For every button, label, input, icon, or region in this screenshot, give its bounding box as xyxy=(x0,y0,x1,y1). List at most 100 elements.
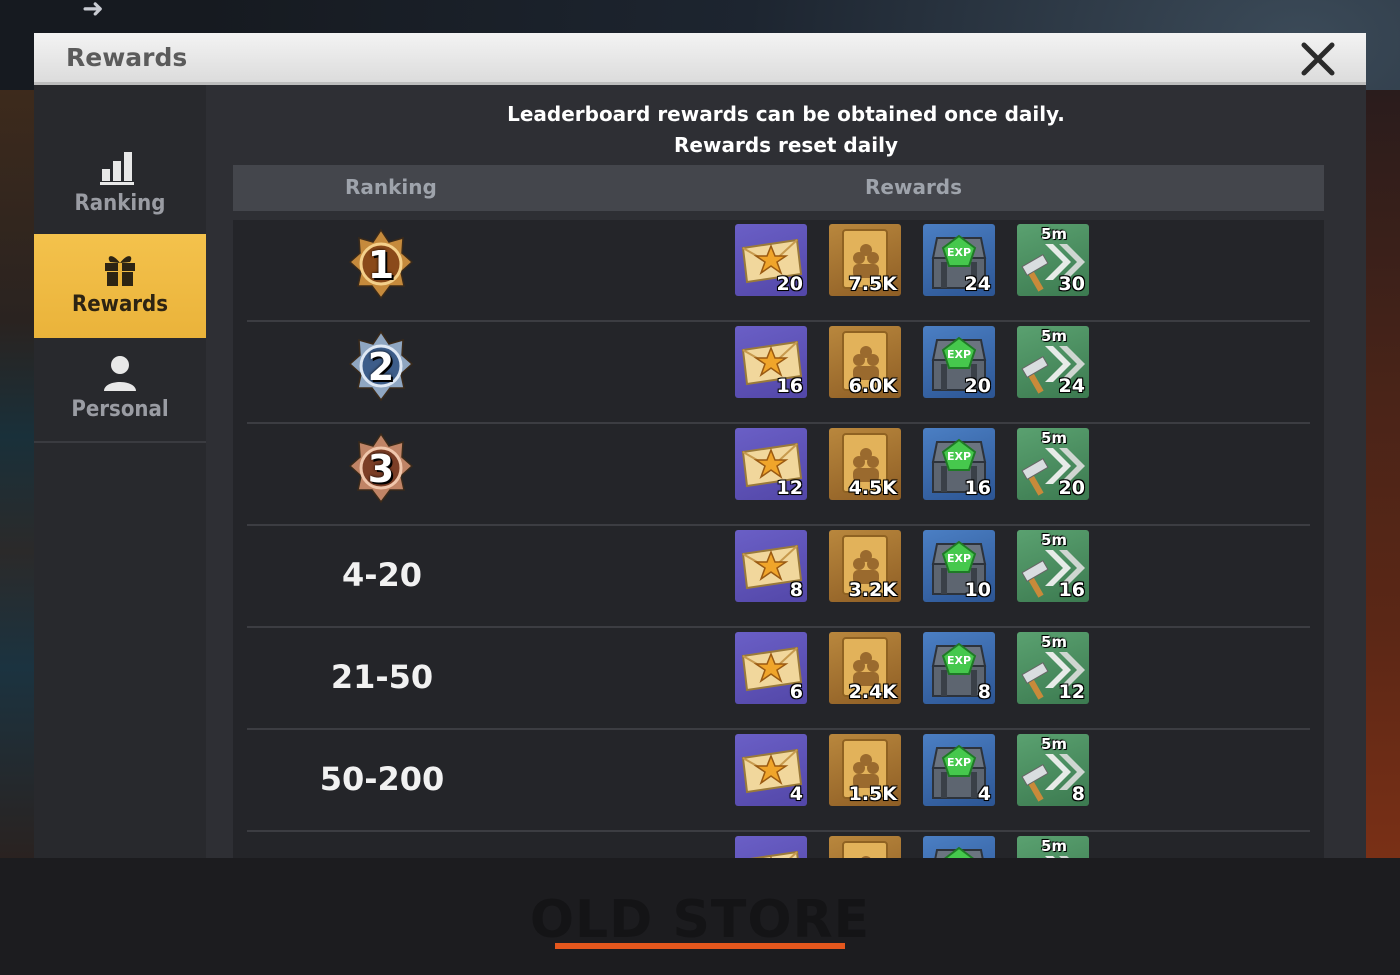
rank-range: 4-20 xyxy=(341,556,423,594)
background-right-strip xyxy=(1364,90,1400,858)
reward-speedup[interactable]: 5m xyxy=(1017,836,1089,858)
reward-exp-chest[interactable]: EXP 4 xyxy=(923,734,995,806)
svg-text:EXP: EXP xyxy=(947,654,971,667)
rewards-table[interactable]: 1 20 7.5K EXP 24 5m 30 2 16 6.0K EXP 20 5m 24 3 12 4.5K E… xyxy=(233,220,1324,858)
table-row: 21-50 6 2.4K EXP 8 5m 12 xyxy=(233,628,1324,730)
rank-range: 21-50 xyxy=(330,658,434,696)
reward-exp-chest[interactable]: EXP 24 xyxy=(923,224,995,296)
reward-speedup[interactable]: 5m 24 xyxy=(1017,326,1089,398)
reward-star-envelope[interactable] xyxy=(735,836,807,858)
reward-star-envelope[interactable]: 4 xyxy=(735,734,807,806)
reward-exp-chest[interactable]: EXP 10 xyxy=(923,530,995,602)
reward-quantity: 6.0K xyxy=(848,375,897,397)
reward-exp-chest[interactable]: EXP xyxy=(923,836,995,858)
table-row: EXP 5m xyxy=(233,832,1324,858)
speedup-duration-tag: 5m xyxy=(1041,837,1068,855)
sidebar: Ranking Rewards Personal xyxy=(34,85,206,858)
speedup-duration-tag: 5m xyxy=(1041,327,1068,345)
reward-quantity: 10 xyxy=(964,579,991,601)
brand-underline xyxy=(555,943,845,949)
reward-quantity: 20 xyxy=(1058,477,1085,499)
reward-gold-supply[interactable]: 7.5K xyxy=(829,224,901,296)
reward-star-envelope[interactable]: 20 xyxy=(735,224,807,296)
reward-gold-supply[interactable]: 3.2K xyxy=(829,530,901,602)
bar-chart-icon xyxy=(100,147,140,187)
reward-quantity: 4 xyxy=(977,783,991,805)
reward-quantity: 7.5K xyxy=(848,273,897,295)
reward-star-envelope[interactable]: 8 xyxy=(735,530,807,602)
header-rewards: Rewards xyxy=(865,175,963,199)
sidebar-item-label: Rewards xyxy=(71,292,169,317)
medal-silver-icon: 2 xyxy=(348,330,414,406)
svg-text:EXP: EXP xyxy=(947,348,971,361)
reward-gold-supply[interactable]: 4.5K xyxy=(829,428,901,500)
reward-quantity: 4.5K xyxy=(848,477,897,499)
back-arrow-icon[interactable]: ➜ xyxy=(82,0,162,22)
sidebar-item-rewards[interactable]: Rewards xyxy=(34,234,206,338)
sidebar-item-label: Ranking xyxy=(74,191,166,216)
reward-gold-supply[interactable]: 1.5K xyxy=(829,734,901,806)
reward-speedup[interactable]: 5m 8 xyxy=(1017,734,1089,806)
reward-quantity: 2.4K xyxy=(848,681,897,703)
notice-line-1: Leaderboard rewards can be obtained once… xyxy=(507,102,1065,126)
reward-quantity: 6 xyxy=(789,681,803,703)
speedup-duration-tag: 5m xyxy=(1041,429,1068,447)
sidebar-item-label: Personal xyxy=(71,397,169,422)
svg-text:EXP: EXP xyxy=(947,450,971,463)
reward-speedup[interactable]: 5m 30 xyxy=(1017,224,1089,296)
store-brand-text: OLD STORE xyxy=(529,890,871,950)
dialog-titlebar: Rewards xyxy=(34,33,1366,85)
reward-quantity: 12 xyxy=(1058,681,1085,703)
reward-speedup[interactable]: 5m 20 xyxy=(1017,428,1089,500)
reward-quantity: 16 xyxy=(964,477,991,499)
reward-gold-supply[interactable] xyxy=(829,836,901,858)
footer-banner: OLD STORE xyxy=(0,858,1400,975)
speedup-duration-tag: 5m xyxy=(1041,735,1068,753)
reward-quantity: 12 xyxy=(776,477,803,499)
reward-gold-supply[interactable]: 6.0K xyxy=(829,326,901,398)
gift-icon xyxy=(100,248,140,288)
reward-quantity: 8 xyxy=(1071,783,1085,805)
table-row: 1 20 7.5K EXP 24 5m 30 xyxy=(233,220,1324,322)
notice-line-2: Rewards reset daily xyxy=(674,133,898,157)
medal-bronze-icon: 3 xyxy=(348,432,414,508)
reward-quantity: 20 xyxy=(776,273,803,295)
reward-quantity: 16 xyxy=(776,375,803,397)
svg-text:EXP: EXP xyxy=(947,756,971,769)
close-icon[interactable] xyxy=(1298,39,1338,79)
dialog-title: Rewards xyxy=(66,43,188,72)
reward-star-envelope[interactable]: 12 xyxy=(735,428,807,500)
medal-gold-icon: 1 xyxy=(348,228,414,304)
reward-exp-chest[interactable]: EXP 20 xyxy=(923,326,995,398)
svg-text:EXP: EXP xyxy=(947,246,971,259)
reward-quantity: 1.5K xyxy=(848,783,897,805)
reward-star-envelope[interactable]: 6 xyxy=(735,632,807,704)
reward-quantity: 8 xyxy=(789,579,803,601)
reward-quantity: 3.2K xyxy=(848,579,897,601)
speedup-duration-tag: 5m xyxy=(1041,633,1068,651)
reward-exp-chest[interactable]: EXP 16 xyxy=(923,428,995,500)
reward-quantity: 16 xyxy=(1058,579,1085,601)
reward-star-envelope[interactable]: 16 xyxy=(735,326,807,398)
rank-number: 3 xyxy=(367,447,395,491)
speedup-duration-tag: 5m xyxy=(1041,225,1068,243)
reward-speedup[interactable]: 5m 12 xyxy=(1017,632,1089,704)
rank-range: 50-200 xyxy=(319,760,445,798)
reward-quantity: 24 xyxy=(1058,375,1085,397)
table-header: Ranking Rewards xyxy=(233,165,1324,211)
table-row: 3 12 4.5K EXP 16 5m 20 xyxy=(233,424,1324,526)
reward-exp-chest[interactable]: EXP 8 xyxy=(923,632,995,704)
reward-speedup[interactable]: 5m 16 xyxy=(1017,530,1089,602)
sidebar-item-personal[interactable]: Personal xyxy=(34,339,206,443)
table-row: 4-20 8 3.2K EXP 10 5m 16 xyxy=(233,526,1324,628)
svg-text:EXP: EXP xyxy=(947,552,971,565)
rewards-panel: Leaderboard rewards can be obtained once… xyxy=(206,85,1366,858)
reward-quantity: 8 xyxy=(977,681,991,703)
rank-number: 1 xyxy=(367,243,395,287)
background-left-strip xyxy=(0,90,36,858)
reward-gold-supply[interactable]: 2.4K xyxy=(829,632,901,704)
sidebar-item-ranking[interactable]: Ranking xyxy=(34,133,206,237)
rewards-notice: Leaderboard rewards can be obtained once… xyxy=(206,99,1366,161)
reward-quantity: 20 xyxy=(964,375,991,397)
table-row: 50-200 4 1.5K EXP 4 5m 8 xyxy=(233,730,1324,832)
